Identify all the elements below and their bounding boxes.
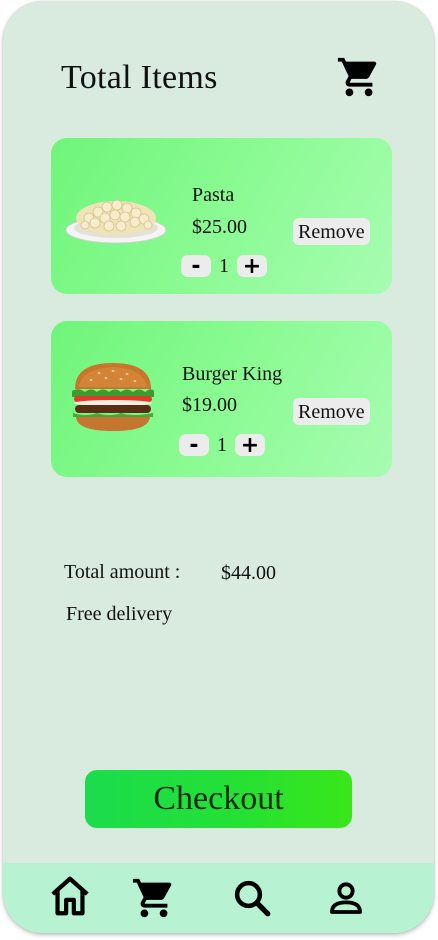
quantity-stepper: - 1 + xyxy=(181,254,267,279)
cart-icon[interactable] xyxy=(131,875,177,921)
total-amount-label: Total amount : xyxy=(64,561,181,583)
burger-image xyxy=(72,363,154,431)
home-icon[interactable] xyxy=(47,873,93,919)
bottom-nav xyxy=(3,863,434,933)
cart-item-card: Pasta $25.00 Remove - 1 + xyxy=(51,138,392,294)
app-screen: Total Items Pasta $25.00 Remove - 1 + Bu… xyxy=(3,1,434,933)
cart-icon[interactable] xyxy=(336,54,382,100)
total-amount-value: $44.00 xyxy=(221,562,276,584)
decrement-button[interactable]: - xyxy=(179,433,209,458)
quantity-value: 1 xyxy=(217,433,227,456)
cart-item-card: Burger King $19.00 Remove - 1 + xyxy=(51,321,392,477)
page-title: Total Items xyxy=(61,59,218,96)
delivery-info: Free delivery xyxy=(66,603,173,625)
item-name: Pasta xyxy=(192,184,235,206)
quantity-value: 1 xyxy=(219,254,229,277)
profile-icon[interactable] xyxy=(325,877,367,919)
search-icon[interactable] xyxy=(231,877,273,919)
item-name: Burger King xyxy=(182,363,283,385)
increment-button[interactable]: + xyxy=(237,254,267,279)
checkout-button[interactable]: Checkout xyxy=(85,770,352,828)
quantity-stepper: - 1 + xyxy=(179,433,265,458)
remove-button[interactable]: Remove xyxy=(293,218,370,245)
decrement-button[interactable]: - xyxy=(181,254,211,279)
pasta-image xyxy=(65,199,167,244)
item-price: $25.00 xyxy=(192,216,247,238)
item-price: $19.00 xyxy=(182,394,237,416)
increment-button[interactable]: + xyxy=(235,433,265,458)
remove-button[interactable]: Remove xyxy=(293,398,370,425)
